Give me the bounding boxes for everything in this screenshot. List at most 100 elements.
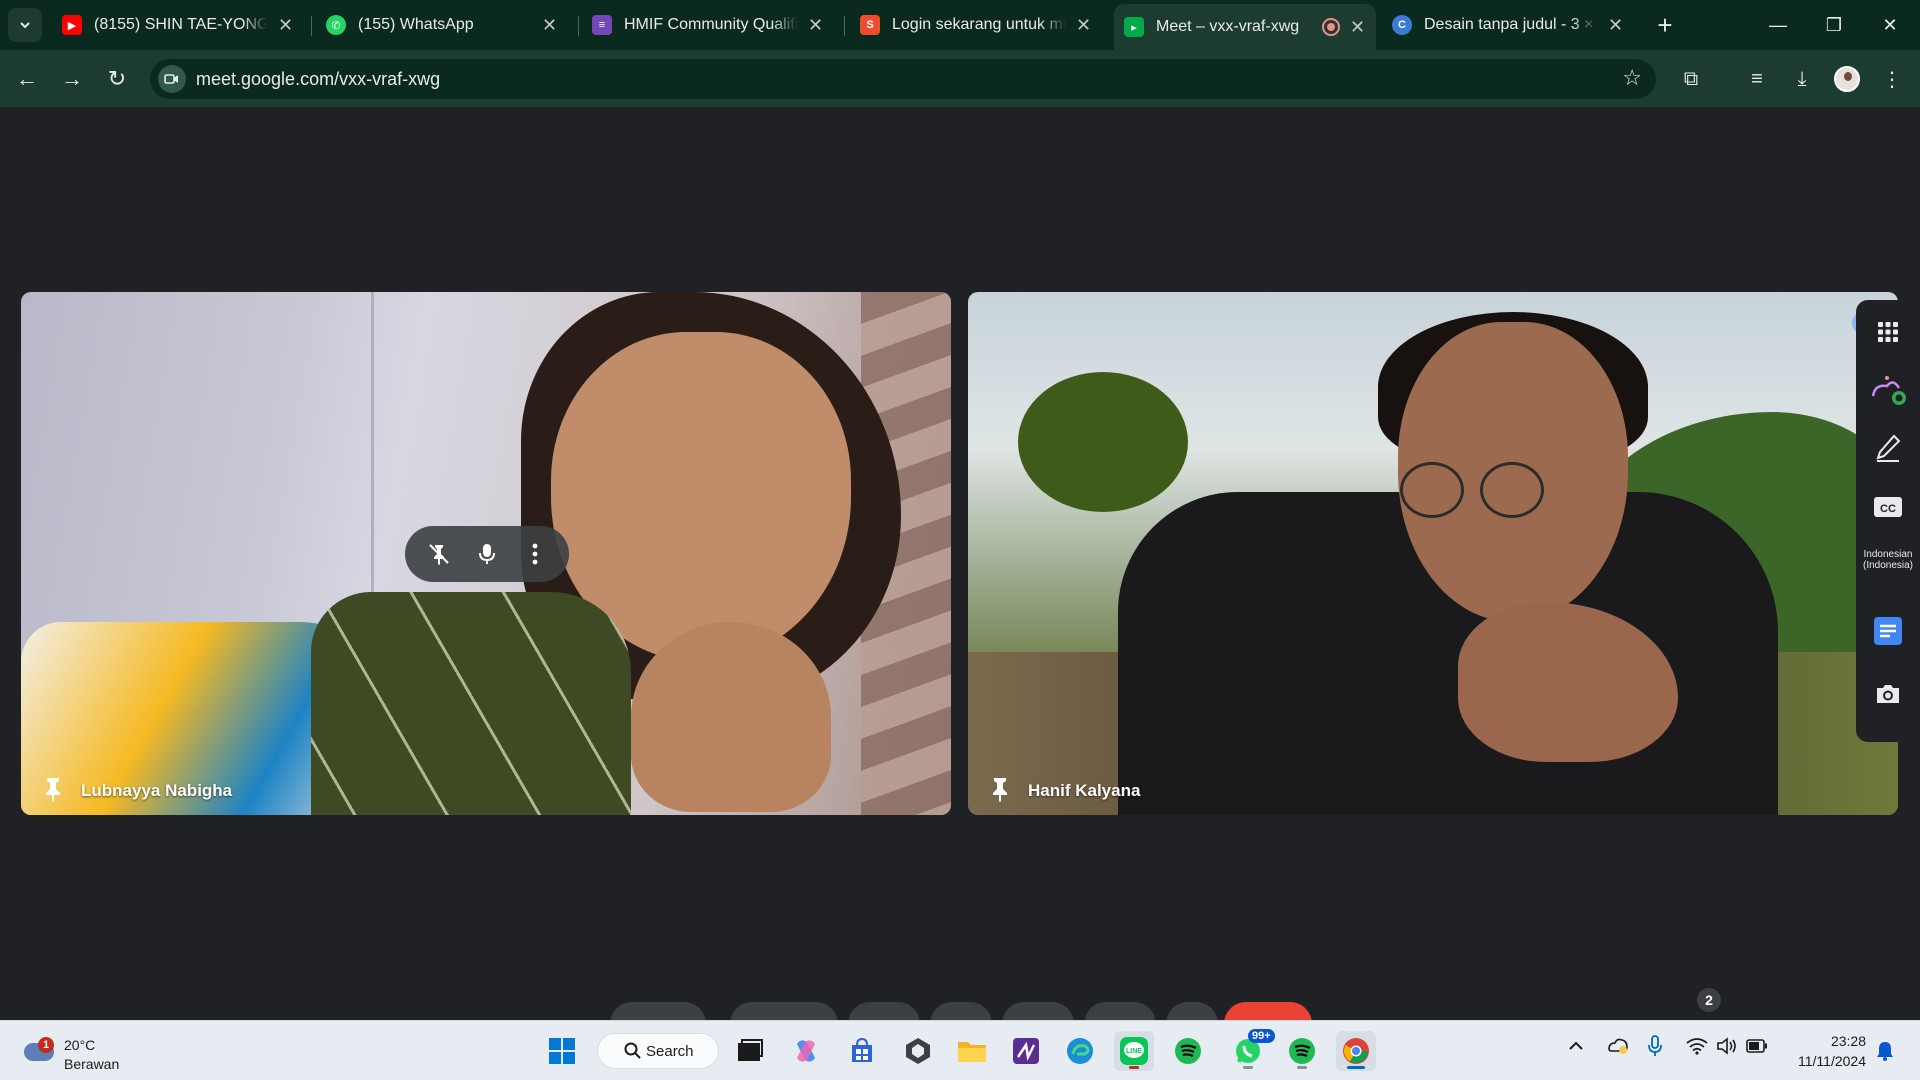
reload-button[interactable]: ↻ xyxy=(100,62,134,96)
spotify-icon[interactable] xyxy=(1282,1031,1322,1071)
running-indicator xyxy=(1129,1066,1139,1069)
running-indicator xyxy=(1297,1066,1307,1069)
pin-icon[interactable] xyxy=(43,777,63,803)
tab-title: Meet – vxx-vraf-xwg xyxy=(1156,18,1300,35)
chevron-down-icon xyxy=(20,22,30,29)
close-icon[interactable]: ✕ xyxy=(278,15,294,36)
shop-icon: S xyxy=(860,15,880,35)
participants-count-badge: 2 xyxy=(1697,988,1721,1012)
url-text[interactable]: meet.google.com/vxx-vraf-xwg xyxy=(196,69,440,90)
tab-separator xyxy=(311,16,312,36)
battery-icon[interactable] xyxy=(1746,1039,1768,1058)
participant-tile[interactable]: Hanif Kalyana xyxy=(968,292,1898,815)
taskbar-search[interactable]: Search xyxy=(597,1033,719,1069)
unread-badge: 99+ xyxy=(1248,1029,1275,1043)
browser-toolbar: ← → ↻ meet.google.com/vxx-vraf-xwg ☆ ⧉ ≡… xyxy=(0,50,1920,108)
running-indicator xyxy=(1347,1066,1365,1069)
media-control-icon[interactable]: ≡ xyxy=(1742,64,1772,94)
new-tab-button[interactable]: + xyxy=(1650,10,1680,40)
file-explorer-icon[interactable] xyxy=(952,1031,992,1071)
close-icon[interactable]: ✕ xyxy=(1350,17,1366,38)
tab-title: (155) WhatsApp xyxy=(358,16,474,33)
visual-studio-icon[interactable] xyxy=(1006,1031,1046,1071)
close-icon[interactable]: ✕ xyxy=(1076,15,1092,36)
meet-icon: ▸ xyxy=(1124,17,1144,37)
search-label: Search xyxy=(646,1042,694,1060)
copilot-icon[interactable] xyxy=(786,1031,826,1071)
whiteboard-pen-icon[interactable] xyxy=(1856,428,1920,468)
notification-bell-icon[interactable] xyxy=(1876,1041,1894,1066)
minimize-button[interactable]: — xyxy=(1758,8,1798,42)
menu-kebab-icon[interactable]: ⋮ xyxy=(1877,64,1907,94)
microsoft-store-icon[interactable] xyxy=(842,1031,882,1071)
youtube-icon: ▶ xyxy=(62,15,82,35)
tab-hmif-forms[interactable]: ≡ HMIF Community Qualificat ✕ xyxy=(582,6,834,44)
tab-search-button[interactable] xyxy=(8,8,42,42)
weather-temperature: 20°C xyxy=(64,1037,96,1053)
captions-cc-icon[interactable]: CC xyxy=(1856,490,1920,524)
onedrive-warning-icon[interactable] xyxy=(1606,1035,1630,1060)
unity-hub-icon[interactable] xyxy=(898,1031,938,1071)
participant-video xyxy=(631,622,831,812)
tab-meet[interactable]: ▸ Meet – vxx-vraf-xwg ✕ xyxy=(1114,4,1376,50)
weather-description: Berawan xyxy=(64,1056,120,1072)
microphone-tray-icon[interactable] xyxy=(1648,1035,1662,1062)
unpin-icon[interactable] xyxy=(421,536,457,572)
close-icon[interactable]: ✕ xyxy=(808,15,824,36)
camera-snapshot-icon[interactable] xyxy=(1856,676,1920,712)
participant-name: Lubnayya Nabigha xyxy=(81,781,233,800)
edge-browser-icon[interactable] xyxy=(1060,1031,1100,1071)
notification-badge: 1 xyxy=(38,1037,54,1053)
forward-button[interactable]: → xyxy=(55,62,89,96)
site-info-icon[interactable] xyxy=(158,65,186,93)
whatsapp-icon: ✆ xyxy=(326,15,346,35)
tab-strip: ▶ (8155) SHIN TAE-YONG BERI ✕ ✆ (155) Wh… xyxy=(0,0,1920,50)
svg-text:LINE: LINE xyxy=(1126,1048,1142,1055)
more-options-icon[interactable] xyxy=(517,536,553,572)
start-button[interactable] xyxy=(542,1031,582,1071)
effects-icon[interactable] xyxy=(1856,370,1920,412)
microphone-icon[interactable] xyxy=(469,536,505,572)
participant-video xyxy=(1400,462,1464,518)
restore-button[interactable]: ❐ xyxy=(1814,8,1854,42)
bookmark-star-icon[interactable]: ☆ xyxy=(1622,65,1642,91)
tab-separator xyxy=(844,16,845,36)
close-window-button[interactable]: ✕ xyxy=(1870,8,1910,42)
apps-grid-icon[interactable] xyxy=(1856,314,1920,350)
tab-title: Login sekarang untuk mula xyxy=(892,16,1066,33)
clock-time: 23:28 xyxy=(1830,1033,1866,1049)
participant-video xyxy=(1480,462,1544,518)
close-icon[interactable]: ✕ xyxy=(542,15,558,36)
task-view-icon[interactable] xyxy=(730,1031,770,1071)
participant-tile[interactable]: Lubnayya Nabigha xyxy=(21,292,951,815)
tab-title: (8155) SHIN TAE-YONG BERI xyxy=(94,16,268,33)
extensions-icon[interactable]: ⧉ xyxy=(1676,64,1706,94)
chrome-icon[interactable] xyxy=(1336,1031,1376,1071)
system-clock[interactable]: 23:28 11/11/2024 xyxy=(1784,1031,1866,1071)
transcript-icon[interactable] xyxy=(1856,612,1920,650)
wifi-icon[interactable] xyxy=(1686,1037,1708,1060)
whatsapp-taskbar-icon[interactable]: 99+ xyxy=(1228,1029,1275,1071)
svg-text:CC: CC xyxy=(1880,503,1896,515)
search-icon xyxy=(624,1042,641,1059)
profile-avatar[interactable] xyxy=(1834,66,1860,92)
tab-youtube[interactable]: ▶ (8155) SHIN TAE-YONG BERI ✕ xyxy=(52,6,304,44)
tab-title: Desain tanpa judul - 3 × 4 xyxy=(1424,16,1598,33)
tab-whatsapp[interactable]: ✆ (155) WhatsApp ✕ xyxy=(316,6,568,44)
tab-canva[interactable]: C Desain tanpa judul - 3 × 4 ✕ xyxy=(1382,6,1634,44)
back-button[interactable]: ← xyxy=(10,62,44,96)
caption-language-label[interactable]: Indonesian (Indonesia) xyxy=(1856,544,1920,576)
background-tree xyxy=(1018,372,1188,512)
tab-title: HMIF Community Qualificat xyxy=(624,16,798,33)
tab-login-shop[interactable]: S Login sekarang untuk mula ✕ xyxy=(850,6,1102,44)
show-hidden-icons-chevron-icon[interactable] xyxy=(1568,1039,1584,1057)
line-app-icon[interactable]: LINE xyxy=(1114,1031,1154,1071)
downloads-icon[interactable]: ⤓ xyxy=(1787,64,1817,94)
pin-icon[interactable] xyxy=(990,777,1010,803)
address-bar[interactable]: meet.google.com/vxx-vraf-xwg ☆ xyxy=(150,59,1656,99)
close-icon[interactable]: ✕ xyxy=(1608,15,1624,36)
volume-icon[interactable] xyxy=(1716,1037,1738,1060)
spotify-icon[interactable] xyxy=(1168,1031,1208,1071)
recording-icon xyxy=(1322,18,1340,36)
weather-widget[interactable]: 1 20°C Berawan xyxy=(20,1031,140,1072)
